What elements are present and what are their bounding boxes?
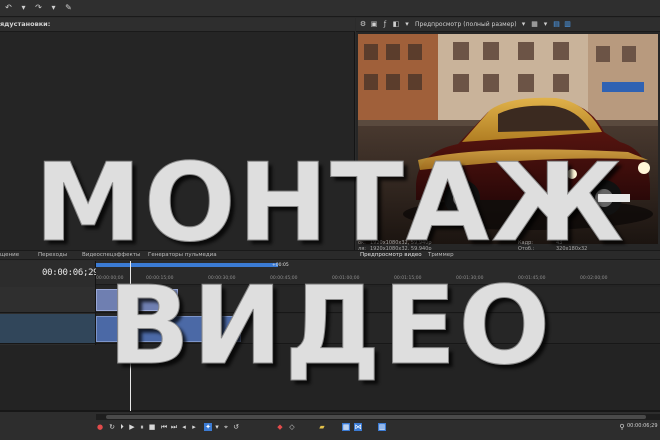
marker-icon[interactable]: ◆ — [276, 423, 284, 431]
transport-timecode: 00:00:06;29 — [627, 423, 658, 429]
record-icon[interactable]: ● — [96, 423, 104, 431]
enable-snapping-icon[interactable]: ▦ — [342, 423, 350, 431]
frame-icon[interactable]: ▣ — [370, 21, 378, 29]
explorer-panel-header: ядустановки: — [0, 18, 355, 32]
edit-tool-icon[interactable]: ✎ — [63, 3, 74, 14]
preview-toolbar: ⚙ ▣ ƒ ◧ ▾ Предпросмотр (полный размер) ▾… — [356, 18, 660, 32]
region-icon[interactable]: ◇ — [288, 423, 296, 431]
dropdown-arrow-icon[interactable]: ▾ — [213, 423, 221, 431]
location-pin-icon[interactable]: ⚲ — [618, 423, 626, 431]
auto-crossfade-icon[interactable]: ⋈ — [354, 423, 362, 431]
grid-icon[interactable]: ▥ — [378, 423, 386, 431]
dropdown-arrow-icon[interactable]: ▾ — [542, 21, 550, 29]
loop-icon[interactable]: ↻ — [108, 423, 116, 431]
play-from-start-icon[interactable]: ⏵ — [118, 423, 126, 431]
go-to-start-icon[interactable]: ⏮ — [160, 423, 168, 431]
stop-icon[interactable]: ■ — [148, 423, 156, 431]
dropdown-arrow-icon[interactable]: ▾ — [520, 21, 528, 29]
overlay-title-line2: ВИДЕО — [107, 264, 553, 389]
dropdown-arrow-icon[interactable]: ▾ — [48, 3, 59, 14]
timeline-horizontal-scrollbar[interactable] — [96, 414, 660, 420]
play-icon[interactable]: ▶ — [128, 423, 136, 431]
undo-icon[interactable]: ↶ — [3, 3, 14, 14]
split-screen-icon[interactable]: ◧ — [392, 21, 400, 29]
main-toolbar: ↶ ▾ ↷ ▾ ✎ — [0, 0, 660, 17]
dropdown-arrow-icon[interactable]: ▾ — [403, 21, 411, 29]
redo-icon[interactable]: ↷ — [33, 3, 44, 14]
lock-envelopes-icon[interactable]: ▰ — [318, 423, 326, 431]
scrollbar-thumb[interactable] — [106, 415, 646, 419]
preview-quality-select[interactable]: Предпросмотр (полный размер) — [415, 21, 517, 28]
settings-icon[interactable]: ⚙ — [359, 21, 367, 29]
previous-frame-icon[interactable]: ◂ — [180, 423, 188, 431]
overlay-grid-icon[interactable]: ▦ — [531, 21, 539, 29]
next-frame-icon[interactable]: ▸ — [190, 423, 198, 431]
snapping-icon[interactable]: ⌖ — [222, 423, 230, 431]
auto-ripple-icon[interactable]: ↺ — [232, 423, 240, 431]
save-snapshot-icon[interactable]: ▥ — [564, 21, 572, 29]
dropdown-arrow-icon[interactable]: ▾ — [18, 3, 29, 14]
copy-snapshot-icon[interactable]: ▤ — [553, 21, 561, 29]
overlay-title-line1: МОНТАЖ — [34, 141, 626, 266]
go-to-end-icon[interactable]: ⏭ — [170, 423, 178, 431]
pause-icon[interactable]: ⏸ — [138, 423, 146, 431]
transport-bar: ● ↻ ⏵ ▶ ⏸ ■ ⏮ ⏭ ◂ ▸ ✦ ▾ ⌖ ↺ ◆ ◇ ▰ ▦ ⋈ ▥ … — [0, 411, 660, 440]
normal-edit-tool-icon[interactable]: ✦ — [204, 423, 212, 431]
panel-title: ядустановки: — [0, 20, 51, 28]
fx-icon[interactable]: ƒ — [381, 21, 389, 29]
